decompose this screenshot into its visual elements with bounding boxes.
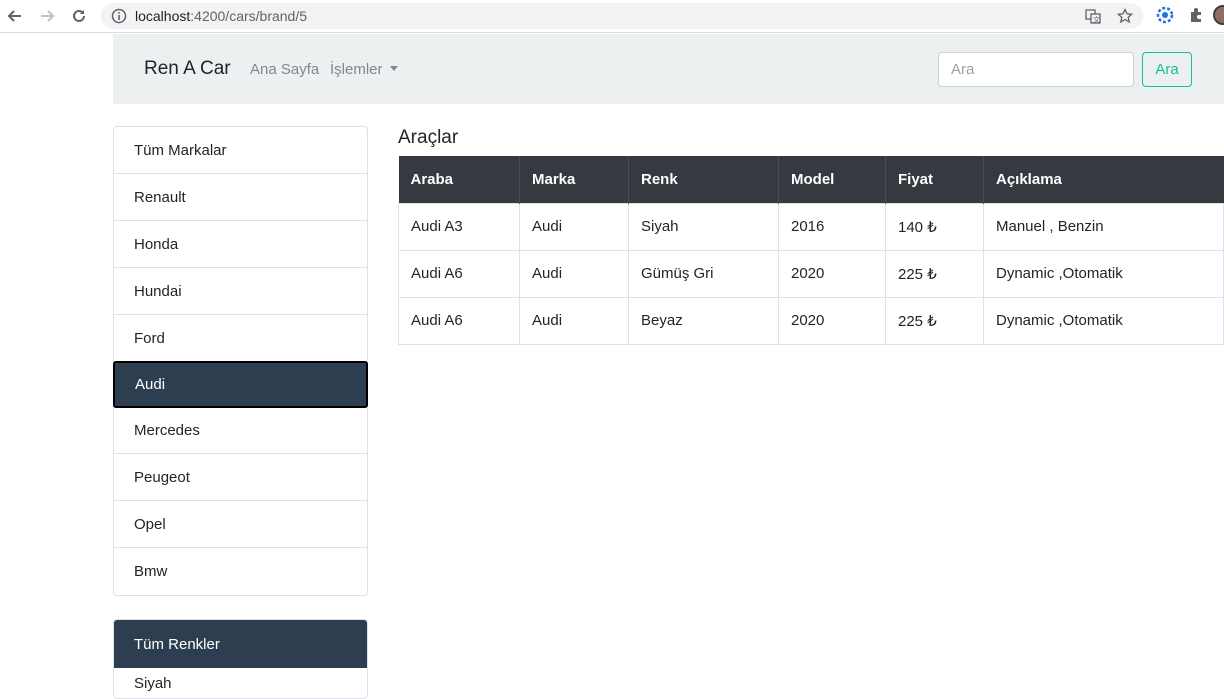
brand-item-opel[interactable]: Opel bbox=[114, 501, 367, 548]
table-header-row: Araba Marka Renk Model Fiyat Açıklama bbox=[398, 156, 1224, 203]
cars-table: Araba Marka Renk Model Fiyat Açıklama Au… bbox=[398, 156, 1224, 345]
cell-price: 225 ₺ bbox=[885, 296, 984, 345]
brand-item-hundai[interactable]: Hundai bbox=[114, 268, 367, 315]
nav-dropdown-label: İşlemler bbox=[330, 61, 383, 78]
cell-color: Beyaz bbox=[628, 296, 779, 345]
cell-color: Siyah bbox=[628, 202, 779, 251]
cell-description: Dynamic ,Otomatik bbox=[983, 249, 1224, 298]
cell-model: 2016 bbox=[778, 202, 886, 251]
color-item-all[interactable]: Tüm Renkler bbox=[114, 620, 367, 668]
cell-model: 2020 bbox=[778, 296, 886, 345]
cell-car: Audi A6 bbox=[398, 249, 520, 298]
profile-avatar[interactable] bbox=[1213, 5, 1224, 25]
brand-item-audi[interactable]: Audi bbox=[113, 361, 368, 408]
brand-item-peugeot[interactable]: Peugeot bbox=[114, 454, 367, 501]
cell-color: Gümüş Gri bbox=[628, 249, 779, 298]
brand-item-all[interactable]: Tüm Markalar bbox=[114, 127, 367, 174]
cell-brand: Audi bbox=[519, 202, 629, 251]
brand-item-bmw[interactable]: Bmw bbox=[114, 548, 367, 595]
table-row: Audi A6 Audi Gümüş Gri 2020 225 ₺ Dynami… bbox=[398, 249, 1224, 298]
nav-dropdown-operations[interactable]: İşlemler bbox=[330, 61, 398, 78]
brand-item-renault[interactable]: Renault bbox=[114, 174, 367, 221]
column-header-car: Araba bbox=[398, 156, 520, 203]
cell-brand: Audi bbox=[519, 249, 629, 298]
color-item-siyah[interactable]: Siyah bbox=[114, 668, 367, 698]
brand-item-ford[interactable]: Ford bbox=[114, 315, 367, 362]
cell-model: 2020 bbox=[778, 249, 886, 298]
cell-price: 225 ₺ bbox=[885, 249, 984, 298]
svg-text:文: 文 bbox=[1093, 15, 1100, 24]
nav-link-home[interactable]: Ana Sayfa bbox=[250, 61, 319, 78]
brand-item-honda[interactable]: Honda bbox=[114, 221, 367, 268]
browser-toolbar: localhost:4200/cars/brand/5 文 bbox=[0, 0, 1224, 33]
caret-down-icon bbox=[389, 66, 398, 71]
table-row: Audi A6 Audi Beyaz 2020 225 ₺ Dynamic ,O… bbox=[398, 296, 1224, 345]
reload-icon[interactable] bbox=[67, 4, 91, 28]
extension-gear-icon[interactable] bbox=[1156, 6, 1174, 24]
brand-logo[interactable]: Ren A Car bbox=[144, 58, 231, 80]
brand-item-mercedes[interactable]: Mercedes bbox=[114, 407, 367, 454]
url-text: localhost:4200/cars/brand/5 bbox=[135, 8, 308, 24]
back-arrow-icon[interactable] bbox=[3, 4, 27, 28]
cell-description: Manuel , Benzin bbox=[983, 202, 1224, 251]
top-navbar: Ren A Car Ana Sayfa İşlemler Ara bbox=[113, 34, 1224, 104]
extensions-puzzle-icon[interactable] bbox=[1188, 6, 1206, 24]
search-input[interactable] bbox=[938, 52, 1134, 87]
column-header-price: Fiyat bbox=[885, 156, 984, 203]
table-row: Audi A3 Audi Siyah 2016 140 ₺ Manuel , B… bbox=[398, 202, 1224, 251]
cell-brand: Audi bbox=[519, 296, 629, 345]
column-header-description: Açıklama bbox=[996, 170, 1062, 188]
cell-car: Audi A6 bbox=[398, 296, 520, 345]
column-header-brand: Marka bbox=[519, 156, 629, 203]
brand-list: Tüm Markalar Renault Honda Hundai Ford A… bbox=[113, 126, 368, 596]
address-bar[interactable]: localhost:4200/cars/brand/5 文 bbox=[101, 3, 1143, 29]
cell-price: 140 ₺ bbox=[885, 202, 984, 251]
column-header-model: Model bbox=[778, 156, 886, 203]
section-title: Araçlar bbox=[398, 127, 459, 148]
color-list: Tüm Renkler Siyah bbox=[113, 619, 368, 699]
bookmark-star-icon[interactable] bbox=[1117, 8, 1133, 24]
cell-car: Audi A3 bbox=[398, 202, 520, 251]
search-button[interactable]: Ara bbox=[1142, 52, 1192, 87]
forward-arrow-icon[interactable] bbox=[35, 4, 59, 28]
cell-description: Dynamic ,Otomatik bbox=[983, 296, 1224, 345]
info-icon[interactable] bbox=[111, 8, 127, 24]
translate-icon[interactable]: 文 bbox=[1085, 8, 1101, 24]
column-header-color: Renk bbox=[628, 156, 779, 203]
